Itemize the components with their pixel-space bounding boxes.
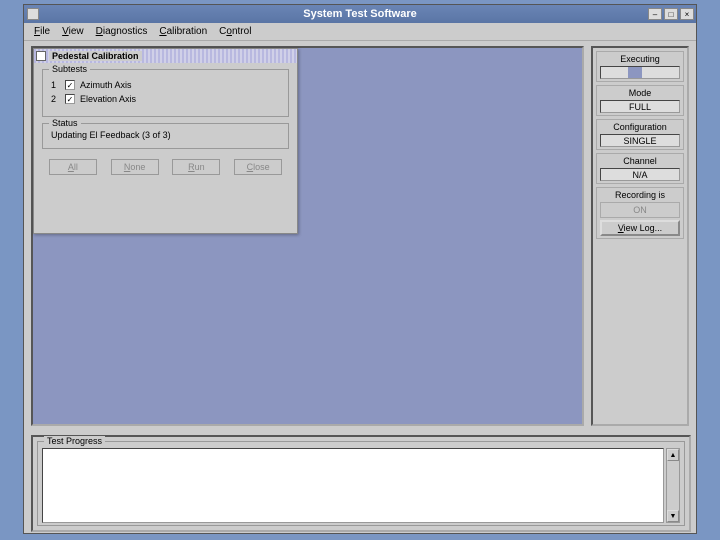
close-button[interactable]: ×	[680, 8, 694, 20]
app-window: System Test Software – □ × File View Dia…	[23, 4, 697, 534]
menubar: File View Diagnostics Calibration Contro…	[24, 23, 696, 41]
executing-progress	[600, 66, 680, 79]
titlebar: System Test Software – □ ×	[24, 5, 696, 23]
all-button[interactable]: All	[49, 159, 97, 175]
sidebar: Executing Mode FULL Configuration SINGLE…	[591, 46, 689, 426]
recording-group: Recording is ON View Log...	[596, 187, 684, 239]
subtest-checkbox-1[interactable]: ✓	[65, 80, 75, 90]
run-button[interactable]: Run	[172, 159, 220, 175]
dialog-icon	[36, 51, 46, 61]
config-group: Configuration SINGLE	[596, 119, 684, 150]
content-area: Pedestal Calibration Subtests 1 ✓ Azimut…	[24, 41, 696, 535]
status-legend: Status	[49, 118, 81, 128]
channel-group: Channel N/A	[596, 153, 684, 184]
bottom-panel: Test Progress ▲ ▼	[31, 435, 691, 532]
menu-file[interactable]: File	[28, 24, 56, 39]
maximize-button[interactable]: □	[664, 8, 678, 20]
dialog-title: Pedestal Calibration	[49, 51, 142, 61]
menu-control[interactable]: Control	[213, 24, 257, 39]
dialog-titlebar: Pedestal Calibration	[34, 49, 297, 63]
none-button[interactable]: None	[111, 159, 159, 175]
subtests-fieldset: Subtests 1 ✓ Azimuth Axis 2 ✓ Elevation …	[42, 69, 289, 117]
status-text: Updating El Feedback (3 of 3)	[51, 130, 280, 140]
config-value: SINGLE	[600, 134, 680, 147]
config-label: Configuration	[600, 122, 680, 132]
recording-value: ON	[600, 202, 680, 218]
channel-label: Channel	[600, 156, 680, 166]
progress-fill	[628, 67, 642, 78]
subtest-label: Elevation Axis	[80, 94, 136, 104]
mode-value: FULL	[600, 100, 680, 113]
subtest-checkbox-2[interactable]: ✓	[65, 94, 75, 104]
close-dialog-button[interactable]: Close	[234, 159, 282, 175]
subtest-number: 1	[51, 80, 65, 90]
progress-fieldset: Test Progress ▲ ▼	[37, 441, 685, 526]
main-workspace: Pedestal Calibration Subtests 1 ✓ Azimut…	[31, 46, 584, 426]
calibration-dialog: Pedestal Calibration Subtests 1 ✓ Azimut…	[33, 48, 298, 234]
scrollbar[interactable]: ▲ ▼	[666, 448, 680, 523]
recording-label: Recording is	[600, 190, 680, 200]
mode-label: Mode	[600, 88, 680, 98]
channel-value: N/A	[600, 168, 680, 181]
mode-group: Mode FULL	[596, 85, 684, 116]
subtests-legend: Subtests	[49, 64, 90, 74]
window-controls: – □ ×	[648, 8, 694, 20]
progress-legend: Test Progress	[44, 436, 105, 446]
viewlog-button[interactable]: View Log...	[600, 220, 680, 236]
dialog-button-row: All None Run Close	[34, 155, 297, 179]
menu-view[interactable]: View	[56, 24, 90, 39]
minimize-button[interactable]: –	[648, 8, 662, 20]
menu-diagnostics[interactable]: Diagnostics	[90, 24, 154, 39]
executing-group: Executing	[596, 51, 684, 82]
app-icon	[27, 8, 39, 20]
status-fieldset: Status Updating El Feedback (3 of 3)	[42, 123, 289, 149]
subtest-row: 2 ✓ Elevation Axis	[51, 94, 280, 104]
progress-textarea[interactable]	[42, 448, 664, 523]
scroll-down-icon[interactable]: ▼	[667, 510, 679, 522]
subtest-number: 2	[51, 94, 65, 104]
subtest-row: 1 ✓ Azimuth Axis	[51, 80, 280, 90]
scroll-up-icon[interactable]: ▲	[667, 449, 679, 461]
menu-calibration[interactable]: Calibration	[153, 24, 213, 39]
executing-label: Executing	[600, 54, 680, 64]
subtest-label: Azimuth Axis	[80, 80, 132, 90]
window-title: System Test Software	[303, 8, 417, 20]
